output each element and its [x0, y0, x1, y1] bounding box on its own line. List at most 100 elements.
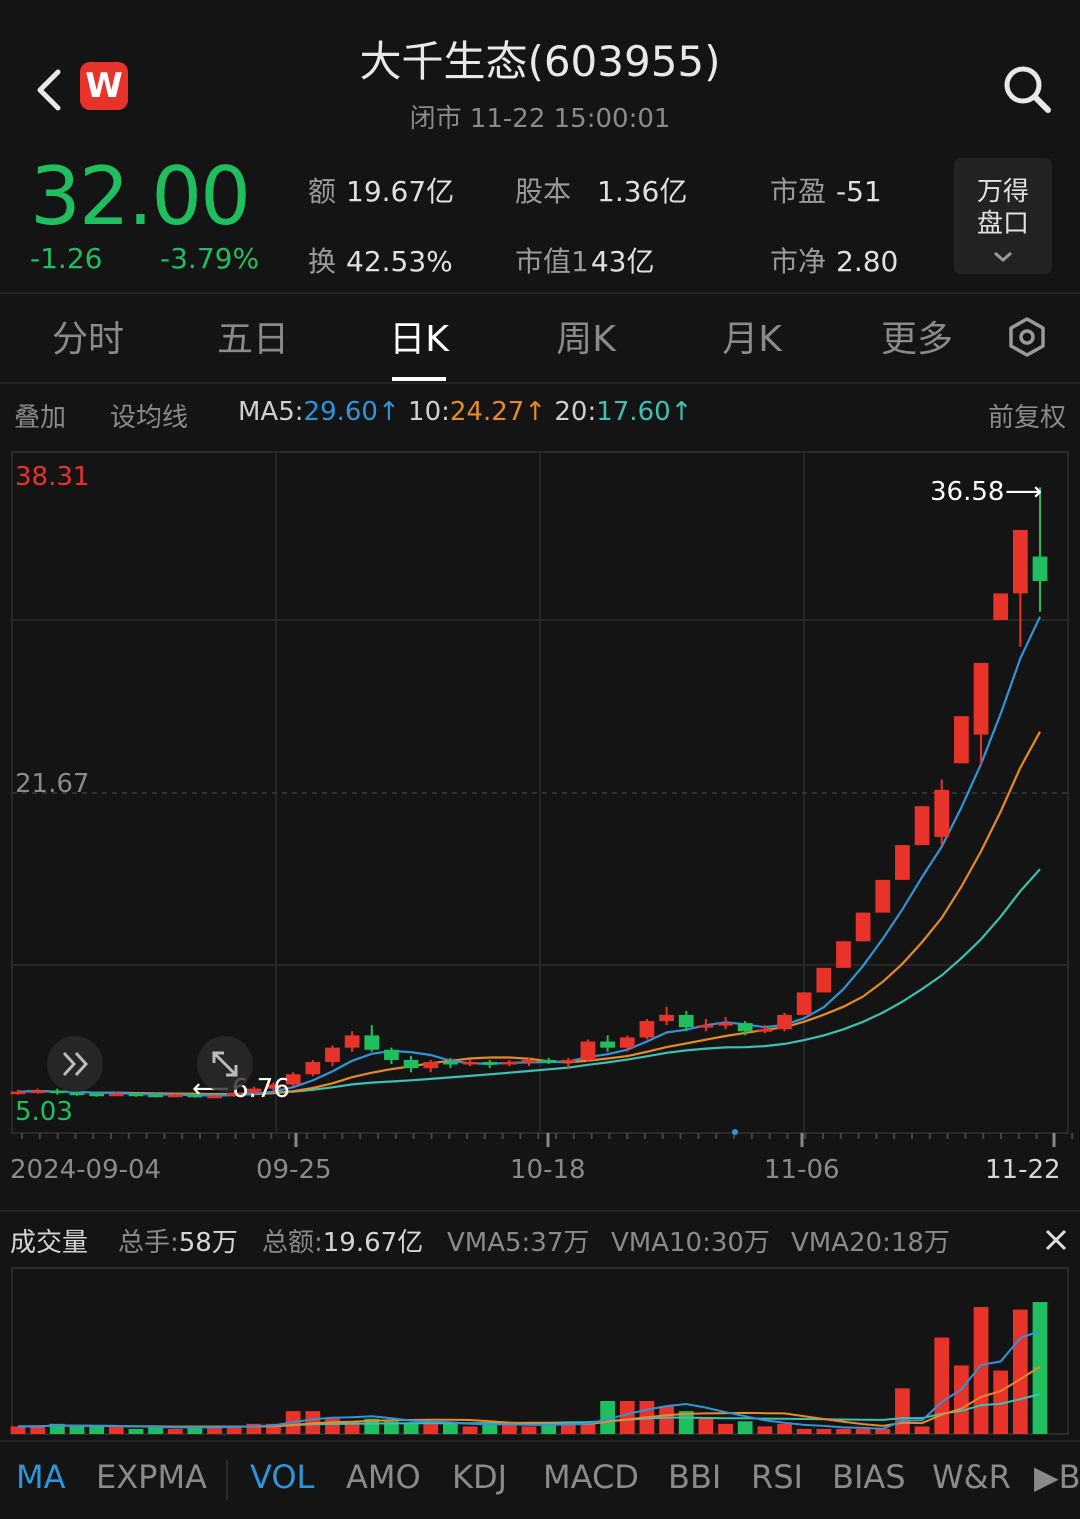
- chevron-down-icon: [994, 251, 1012, 262]
- divider: [0, 382, 1080, 384]
- candle-body: [619, 1037, 635, 1048]
- volume-bar: [1012, 1309, 1028, 1434]
- candle-body: [305, 1061, 321, 1075]
- y-max-label: 38.31: [15, 462, 89, 492]
- tab-weekly-k[interactable]: 周K: [526, 310, 646, 362]
- tab-ma[interactable]: MA: [16, 1458, 66, 1496]
- scroll-left-button[interactable]: [47, 1036, 103, 1092]
- candlestick-chart[interactable]: 38.31 21.67 5.03 36.58 ⟶ 6.76 ⟵: [0, 447, 1080, 1147]
- candle-body: [816, 967, 832, 993]
- candle-body: [89, 1093, 104, 1097]
- volume-bar: [895, 1388, 910, 1434]
- adjust-mode-button[interactable]: 前复权: [988, 397, 1066, 434]
- candle-body: [403, 1059, 419, 1069]
- volume-bar: [89, 1426, 104, 1434]
- volume-bar: [796, 1428, 812, 1434]
- candle-body: [973, 662, 989, 735]
- tab-daily-k[interactable]: 日K: [359, 310, 479, 362]
- tab-intraday[interactable]: 分时: [28, 310, 148, 362]
- ma5-line: [17, 616, 1041, 1097]
- volume-bar: [737, 1421, 753, 1434]
- volume-bar: [855, 1428, 871, 1434]
- wande-orderbook-button[interactable]: 万得 盘口: [954, 158, 1052, 274]
- volume-chart[interactable]: [0, 1266, 1080, 1438]
- candle-body: [482, 1061, 498, 1065]
- volume-bar: [619, 1401, 635, 1434]
- event-dot: [732, 1129, 738, 1135]
- market-status: 闭市 11-22 15:00:01: [409, 104, 671, 134]
- candle-body: [1032, 556, 1048, 582]
- volume-bar: [521, 1426, 537, 1434]
- candle-body: [993, 593, 1009, 620]
- tab-rsi[interactable]: RSI: [751, 1458, 803, 1496]
- candle-body: [541, 1059, 557, 1063]
- fullscreen-icon[interactable]: [197, 1036, 253, 1092]
- candle-body: [30, 1090, 46, 1094]
- candle-body: [934, 789, 950, 837]
- volume-bar: [698, 1418, 714, 1434]
- candle-body: [10, 1091, 26, 1095]
- x-axis-label: 10-18: [510, 1155, 586, 1185]
- volume-bar: [1032, 1302, 1048, 1434]
- tab-separator: [226, 1460, 228, 1500]
- tab-amo[interactable]: AMO: [346, 1458, 421, 1496]
- volume-bar: [108, 1426, 124, 1434]
- tab-more[interactable]: 更多: [857, 310, 977, 362]
- candle-body: [659, 1014, 674, 1022]
- max-arrow: ⟶: [1005, 477, 1042, 507]
- tab-vol[interactable]: VOL: [250, 1458, 314, 1496]
- candle-body: [148, 1094, 163, 1098]
- candle-body: [698, 1025, 714, 1028]
- overlay-button[interactable]: 叠加: [14, 397, 66, 434]
- candle-body: [384, 1049, 399, 1060]
- tab-macd[interactable]: MACD: [543, 1458, 639, 1496]
- volume-bar: [30, 1426, 46, 1434]
- candle-body: [69, 1092, 85, 1096]
- tab-bias[interactable]: BIAS: [832, 1458, 906, 1496]
- candle-body: [895, 845, 910, 880]
- volume-bar: [954, 1365, 969, 1434]
- candle-body: [678, 1014, 694, 1028]
- price-change-pct: -3.79%: [160, 242, 260, 275]
- x-axis-label: 11-06: [764, 1155, 840, 1185]
- divider: [0, 1210, 1080, 1212]
- candle-body: [108, 1093, 124, 1097]
- stock-title: 大千生态(603955): [359, 37, 721, 86]
- settings-icon[interactable]: [1006, 316, 1048, 358]
- volume-bar: [718, 1423, 733, 1434]
- search-icon[interactable]: [1000, 62, 1054, 116]
- vma5-value: VMA5:37万: [447, 1228, 590, 1258]
- set-ma-button[interactable]: 设均线: [110, 397, 188, 434]
- tab-bbi[interactable]: BBI: [668, 1458, 721, 1496]
- y-min-label: 5.03: [15, 1097, 73, 1127]
- close-icon[interactable]: [1044, 1228, 1068, 1252]
- active-tab-indicator: [392, 377, 446, 381]
- vma20-value: VMA20:18万: [791, 1228, 950, 1258]
- volume-bar: [10, 1426, 26, 1434]
- stat-pb: 市净 2.80: [770, 245, 899, 278]
- tab-expma[interactable]: EXPMA: [96, 1458, 207, 1496]
- volume-bar: [462, 1426, 478, 1434]
- vma20-line: [18, 1393, 1041, 1428]
- candle-body: [600, 1041, 615, 1048]
- x-axis-label: 09-25: [256, 1155, 332, 1185]
- stat-amount: 额 19.67亿: [308, 175, 455, 208]
- price-change: -1.26: [30, 242, 103, 275]
- volume-bar: [403, 1423, 419, 1434]
- candle-body: [914, 806, 930, 846]
- volume-bar: [914, 1426, 930, 1434]
- vma10-value: VMA10:30万: [611, 1228, 770, 1258]
- tab-bc[interactable]: ▶BC: [1034, 1458, 1080, 1496]
- tab-wr[interactable]: W&R: [932, 1458, 1011, 1496]
- y-mid-label: 21.67: [15, 769, 89, 799]
- vma10-line: [18, 1365, 1041, 1428]
- candle-body: [855, 912, 871, 942]
- ma10-line: [17, 731, 1041, 1096]
- candle-body: [580, 1041, 596, 1060]
- divider: [0, 1440, 1080, 1442]
- tab-five-day[interactable]: 五日: [193, 310, 313, 362]
- tab-monthly-k[interactable]: 月K: [692, 310, 812, 362]
- tab-kdj[interactable]: KDJ: [452, 1458, 507, 1496]
- candle-body: [954, 716, 969, 764]
- candle-body: [501, 1061, 517, 1065]
